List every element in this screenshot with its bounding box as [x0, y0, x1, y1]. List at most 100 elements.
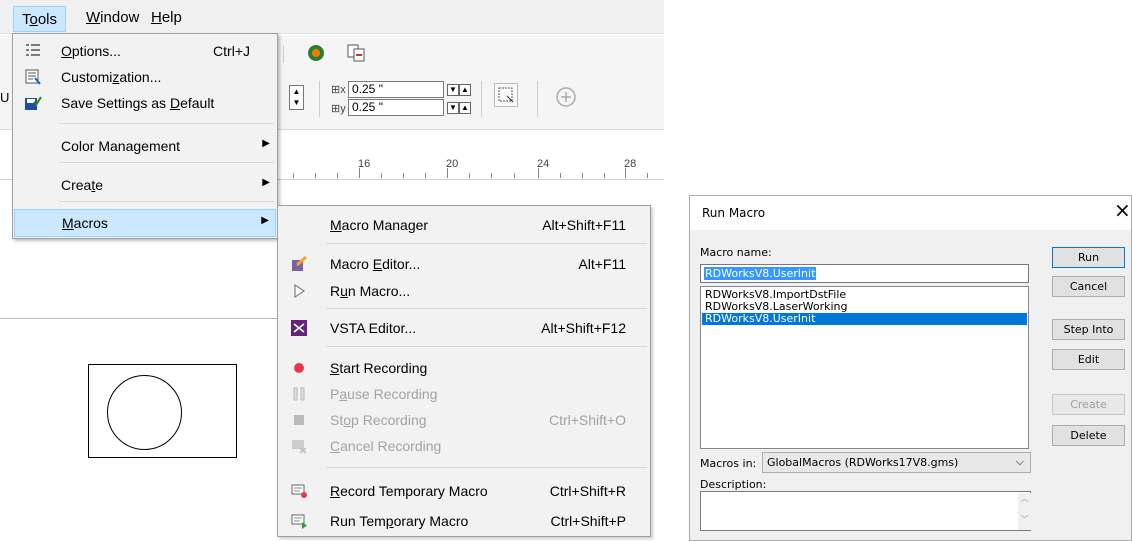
offset-y-down[interactable]: ▼ — [447, 102, 459, 114]
select-box-icon[interactable] — [494, 83, 518, 107]
edit-button[interactable]: Edit — [1052, 349, 1125, 370]
close-icon[interactable]: × — [1114, 200, 1131, 220]
property-label-fragment: U — [0, 90, 10, 105]
macros-in-select[interactable]: GlobalMacros (RDWorks17V8.gms) ⌵ — [762, 452, 1031, 473]
menu-item-label: Color Management — [61, 138, 181, 154]
offset-y-icon: ⊞y — [331, 103, 346, 115]
submenu-arrow-icon: ▶ — [262, 177, 270, 188]
delete-button[interactable]: Delete — [1052, 425, 1125, 446]
menu-item-shortcut: Ctrl+Shift+R — [549, 483, 626, 499]
spinner-control[interactable]: ▲ ▼ — [289, 85, 304, 110]
page-border-line — [0, 318, 290, 319]
menu-item-start-recording[interactable]: Start Recording — [279, 355, 649, 381]
menu-item-shortcut: Ctrl+Shift+P — [550, 513, 626, 529]
dialog-titlebar: Run Macro × — [690, 196, 1131, 230]
macros-in-label: Macros in: — [700, 457, 757, 470]
description-label: Description: — [700, 478, 767, 491]
menu-item-label: Save Settings as Default — [61, 95, 215, 111]
customization-icon — [25, 69, 41, 85]
run-macro-dialog: Run Macro × Macro name: RDWorksV8.UserIn… — [689, 195, 1132, 541]
pause-icon — [293, 387, 305, 401]
menu-item-label: Create — [61, 177, 104, 193]
menu-item-label: Macros — [62, 215, 108, 231]
menu-help[interactable]: Help — [151, 9, 182, 26]
menu-separator — [326, 467, 647, 468]
menu-item-label: Stop Recording — [330, 412, 427, 428]
transfer-icon[interactable] — [346, 43, 366, 63]
menu-separator — [59, 123, 274, 124]
menu-item-color-management[interactable]: Color Management ▶ — [14, 133, 276, 159]
cancel-button[interactable]: Cancel — [1052, 276, 1125, 297]
menu-item-shortcut: Ctrl+J — [213, 43, 250, 59]
menu-separator — [59, 201, 274, 202]
macro-name-input[interactable]: RDWorksV8.UserInit — [700, 264, 1029, 283]
menu-window[interactable]: Window — [86, 9, 139, 26]
offset-y-up[interactable]: ▲ — [459, 102, 471, 114]
chevron-down-icon: ⌵ — [1015, 455, 1024, 468]
tools-menu: Options... Ctrl+J Customization... Save … — [12, 33, 278, 239]
menu-item-label: Record Temporary Macro — [330, 483, 488, 499]
macro-editor-icon — [292, 256, 307, 271]
submenu-arrow-icon: ▶ — [262, 138, 270, 149]
menu-separator — [326, 243, 647, 244]
menu-item-shortcut: Alt+Shift+F11 — [542, 217, 626, 233]
menu-separator — [326, 346, 647, 347]
menu-item-shortcut: Alt+Shift+F12 — [541, 320, 626, 336]
menu-item-record-temporary-macro[interactable]: Record Temporary Macro Ctrl+Shift+R — [279, 478, 649, 504]
menu-item-run-macro[interactable]: Run Macro... — [279, 278, 649, 304]
canvas-ellipse[interactable] — [107, 375, 182, 450]
menu-item-shortcut: Ctrl+Shift+O — [548, 412, 626, 428]
vsta-icon — [291, 320, 307, 336]
menu-item-label: Cancel Recording — [330, 438, 442, 454]
offset-x-up[interactable]: ▲ — [459, 84, 471, 96]
macros-in-value: GlobalMacros (RDWorks17V8.gms) — [767, 456, 959, 469]
description-scrollbar[interactable]: ︿ ﹀ — [1018, 493, 1031, 530]
menu-item-cancel-recording: Cancel Recording — [279, 433, 649, 459]
macro-name-value: RDWorksV8.UserInit — [704, 267, 817, 280]
options-icon — [26, 44, 40, 56]
macro-list[interactable]: RDWorksV8.ImportDstFile RDWorksV8.LaserW… — [700, 286, 1029, 449]
menu-item-macro-manager[interactable]: Macro Manager Alt+Shift+F11 — [279, 212, 649, 238]
menu-item-run-temporary-macro[interactable]: Run Temporary Macro Ctrl+Shift+P — [279, 508, 649, 534]
create-button: Create — [1052, 394, 1125, 415]
menu-item-create[interactable]: Create ▶ — [14, 172, 276, 198]
offset-x-down[interactable]: ▼ — [447, 84, 459, 96]
menu-item-label: Options... — [61, 43, 121, 59]
offset-y-input[interactable]: 0.25 " — [348, 99, 444, 116]
menu-item-macros[interactable]: Macros ▶ — [14, 209, 276, 237]
menu-item-macro-editor[interactable]: Macro Editor... Alt+F11 — [279, 251, 649, 277]
description-field[interactable]: ︿ ﹀ — [700, 491, 1031, 531]
play-icon — [294, 284, 305, 298]
menu-item-shortcut: Alt+F11 — [578, 256, 626, 272]
dialog-title: Run Macro — [702, 206, 766, 220]
add-icon[interactable] — [555, 86, 577, 108]
submenu-arrow-icon: ▶ — [261, 215, 269, 226]
menu-item-stop-recording: Stop Recording Ctrl+Shift+O — [279, 407, 649, 433]
menu-item-pause-recording: Pause Recording — [279, 381, 649, 407]
menu-item-save-settings[interactable]: Save Settings as Default — [14, 90, 276, 116]
menu-item-label: Run Macro... — [330, 283, 411, 299]
menu-tools[interactable]: Tools — [13, 6, 67, 32]
menu-item-vsta-editor[interactable]: VSTA Editor... Alt+Shift+F12 — [279, 315, 649, 341]
menu-item-label: VSTA Editor... — [330, 320, 417, 336]
menu-item-label: Customization... — [61, 69, 162, 85]
save-settings-icon — [25, 96, 42, 110]
cancel-recording-icon — [292, 440, 307, 454]
toolbar-divider — [319, 81, 320, 117]
menu-bar: Tools Window Help — [0, 0, 664, 34]
run-button[interactable]: Run — [1052, 247, 1125, 268]
menu-item-label: Run Temporary Macro — [330, 513, 469, 529]
corel-connect-icon[interactable] — [306, 43, 326, 63]
menu-item-label: Pause Recording — [330, 386, 438, 402]
menu-item-options[interactable]: Options... Ctrl+J — [14, 38, 276, 64]
menu-item-customization[interactable]: Customization... — [14, 64, 276, 90]
toolbar-divider — [537, 81, 538, 117]
macro-name-label: Macro name: — [700, 246, 772, 259]
record-temp-icon — [291, 484, 307, 498]
run-temp-icon — [291, 514, 307, 529]
step-into-button[interactable]: Step Into — [1052, 319, 1125, 340]
toolbar-divider — [283, 45, 284, 63]
menu-item-label: Macro Manager — [330, 217, 429, 233]
list-item-selected[interactable]: RDWorksV8.UserInit — [702, 313, 1027, 325]
offset-x-input[interactable]: 0.25 " — [348, 81, 444, 98]
